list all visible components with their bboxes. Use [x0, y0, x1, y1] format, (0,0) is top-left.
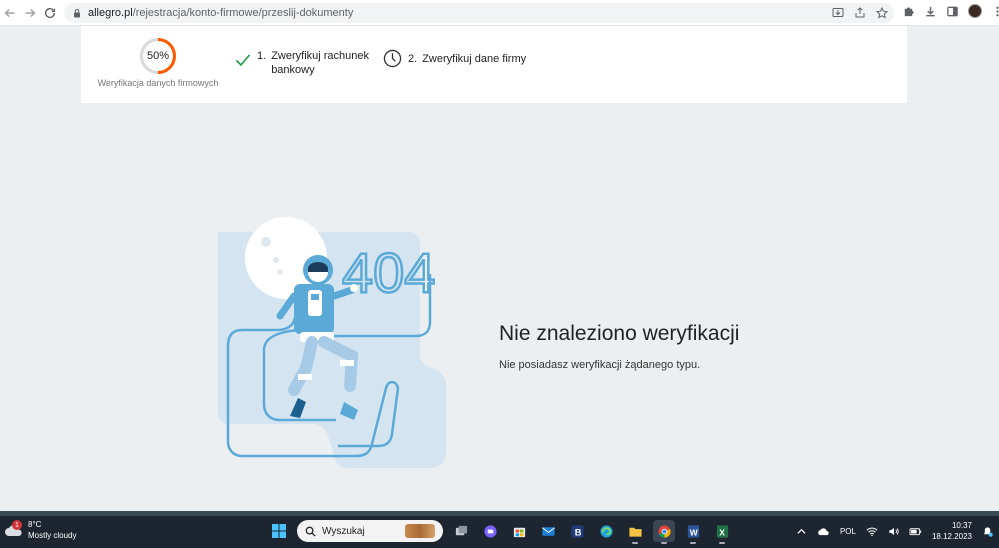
task-view-button[interactable]: [450, 520, 472, 542]
profile-avatar[interactable]: [968, 4, 982, 18]
arrow-left-icon: [4, 8, 15, 17]
bookmark-star-icon[interactable]: [876, 7, 888, 19]
chat-icon: [483, 524, 497, 538]
extensions-icon[interactable]: [902, 5, 915, 18]
menu-dots-icon[interactable]: [991, 5, 999, 18]
onedrive-cloud-icon[interactable]: [817, 526, 830, 537]
chevron-up-icon[interactable]: [796, 526, 807, 537]
step-label: Zweryfikuj rachunek bankowy: [271, 50, 370, 76]
url-host: allegro.pl: [88, 7, 133, 19]
progress-caption: Weryfikacja danych firmowych: [97, 78, 219, 88]
cloud-icon: 1: [4, 520, 24, 538]
reload-icon: [44, 7, 56, 18]
install-app-icon[interactable]: [832, 7, 844, 19]
step-number: 1.: [257, 50, 267, 62]
teams-chat-app[interactable]: [479, 520, 501, 542]
step-number: 2.: [408, 53, 418, 65]
edge-icon: [599, 524, 613, 538]
weather-widget[interactable]: 1 8°C Mostly cloudy: [4, 519, 76, 541]
taskbar-clock[interactable]: 10:37 18.12.2023: [932, 520, 972, 542]
excel-icon: X: [716, 524, 728, 538]
file-explorer[interactable]: [624, 520, 646, 544]
lock-icon: [74, 9, 80, 18]
booking-app[interactable]: B: [566, 520, 588, 542]
weather-temperature: 8°C: [28, 520, 42, 529]
progress-percentage: 50%: [146, 50, 170, 62]
word-icon: W: [687, 524, 699, 538]
wifi-icon[interactable]: [866, 526, 878, 537]
search-placeholder: Wyszukaj: [322, 525, 365, 537]
start-button[interactable]: [268, 520, 290, 542]
word-app[interactable]: W: [682, 520, 704, 544]
check-icon: [235, 54, 251, 67]
search-icon: [305, 526, 316, 537]
clock-date: 18.12.2023: [931, 532, 972, 541]
illustration-404-text: 404: [342, 241, 435, 304]
clock-icon: [383, 49, 402, 68]
forward-button[interactable]: [20, 3, 40, 23]
svg-text:B: B: [574, 527, 581, 537]
chrome-browser[interactable]: [653, 520, 675, 544]
error-title: Nie znaleziono weryfikacji: [499, 322, 740, 345]
windows-logo-icon: [272, 524, 286, 538]
astronaut-404-illustration: 404: [218, 217, 446, 468]
url-path: /rejestracja/konto-firmowe/przeslij-doku…: [132, 7, 354, 19]
notification-bell-icon[interactable]: [982, 526, 993, 537]
language-indicator[interactable]: POL: [840, 527, 856, 536]
weather-alert-badge: 1: [12, 520, 22, 530]
windows-taskbar: 1 8°C Mostly cloudy Wyszukaj B W X POL 1…: [0, 516, 999, 548]
side-panel-icon[interactable]: [946, 5, 959, 18]
download-icon[interactable]: [924, 5, 937, 18]
share-icon[interactable]: [854, 7, 866, 19]
store-icon: [513, 527, 525, 537]
svg-text:X: X: [719, 527, 725, 537]
verification-progress-card: 50% Weryfikacja danych firmowych 1. Zwer…: [81, 26, 907, 103]
clock-time: 10:37: [951, 521, 972, 530]
reload-button[interactable]: [40, 3, 60, 23]
system-tray: POL 10:37 18.12.2023: [796, 520, 993, 542]
mail-app[interactable]: [537, 520, 559, 542]
browser-toolbar: allegro.pl/rejestracja/konto-firmowe/prz…: [0, 0, 999, 26]
store-app[interactable]: [508, 520, 530, 542]
step-label: Zweryfikuj dane firmy: [422, 53, 527, 65]
speaker-icon[interactable]: [888, 526, 899, 537]
svg-text:W: W: [689, 527, 697, 537]
error-description: Nie posiadasz weryfikacji żądanego typu.: [499, 359, 701, 371]
edge-browser[interactable]: [595, 520, 617, 542]
back-button[interactable]: [0, 3, 20, 23]
mail-icon: [541, 526, 555, 536]
folder-icon: [628, 527, 642, 537]
task-view-icon: [455, 525, 467, 535]
step-verify-bank-account: 1. Zweryfikuj rachunek bankowy: [235, 49, 371, 77]
b-app-icon: B: [570, 524, 584, 538]
step-verify-company-data: 2. Zweryfikuj dane firmy: [383, 49, 527, 68]
battery-icon[interactable]: [909, 526, 922, 537]
excel-app[interactable]: X: [711, 520, 733, 544]
address-bar[interactable]: allegro.pl/rejestracja/konto-firmowe/prz…: [64, 3, 894, 23]
chrome-icon: [657, 524, 671, 538]
weather-description: Mostly cloudy: [28, 531, 77, 540]
search-highlight-image: [405, 524, 435, 538]
taskbar-search[interactable]: Wyszukaj: [297, 520, 443, 542]
arrow-right-icon: [25, 8, 36, 17]
